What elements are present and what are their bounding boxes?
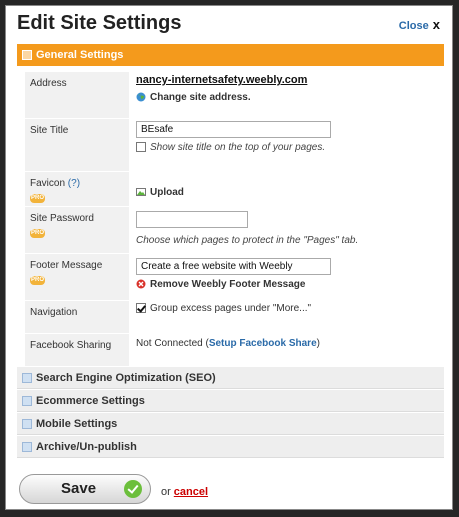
upload-favicon[interactable]: Upload (136, 187, 184, 198)
remove-footer-link[interactable]: Remove Weebly Footer Message (136, 279, 331, 290)
save-button-label[interactable]: Save (61, 480, 96, 497)
navigation-label: Navigation (25, 301, 129, 333)
site-password-value: Choose which pages to protect in the "Pa… (136, 211, 358, 246)
close-button[interactable]: Close x (399, 17, 440, 32)
site-password-label: Site Password PRO (25, 207, 129, 253)
site-password-input[interactable] (136, 211, 248, 228)
group-pages-checkbox[interactable] (136, 303, 146, 314)
dialog-title: Edit Site Settings (17, 12, 182, 34)
section-toggle-icon (22, 419, 32, 429)
show-title-checkbox[interactable] (136, 142, 146, 153)
setup-facebook-link[interactable]: Setup Facebook Share (209, 338, 317, 349)
section-ecommerce[interactable]: Ecommerce Settings (17, 390, 444, 412)
site-address-link[interactable]: nancy-internetsafety.weebly.com (136, 74, 307, 86)
globe-icon (136, 92, 146, 102)
edit-site-settings-dialog: Edit Site Settings Close x General Settin… (5, 5, 453, 510)
pro-badge-icon: PRO (30, 229, 45, 238)
site-password-hint: Choose which pages to protect in the "Pa… (136, 235, 359, 246)
favicon-label: Favicon (?) PRO (25, 172, 129, 206)
address-label: Address (25, 72, 129, 118)
section-toggle-icon (22, 442, 32, 452)
show-title-label[interactable]: Show site title on the top of your pages… (150, 142, 325, 153)
footer-message-input[interactable]: Create a free website with Weebly (136, 258, 331, 275)
general-settings-label: General Settings (36, 49, 124, 61)
section-seo[interactable]: Search Engine Optimization (SEO) (17, 367, 444, 389)
general-settings-header[interactable]: General Settings (17, 44, 444, 66)
section-toggle-icon (22, 396, 32, 406)
section-toggle-icon (22, 373, 32, 383)
navigation-value: Group excess pages under "More..." (136, 303, 311, 314)
save-button[interactable]: Save (19, 474, 151, 504)
facebook-sharing-label: Facebook Sharing (25, 334, 129, 366)
site-title-input[interactable]: BEsafe (136, 121, 331, 138)
facebook-status: Not Connected ( (136, 338, 209, 349)
or-cancel: or cancel (161, 486, 209, 498)
cancel-link[interactable]: cancel (174, 486, 208, 498)
address-value: nancy-internetsafety.weebly.com Change s… (136, 74, 307, 103)
change-address-link[interactable]: Change site address. (136, 92, 307, 103)
facebook-sharing-value: Not Connected (Setup Facebook Share) (136, 338, 320, 349)
close-icon[interactable]: x (433, 17, 440, 32)
section-archive[interactable]: Archive/Un-publish (17, 436, 444, 458)
dialog-titlebar: Edit Site Settings Close x (6, 6, 452, 44)
pro-badge-icon: PRO (30, 194, 45, 203)
remove-icon (136, 279, 146, 289)
site-title-value: BEsafe Show site title on the top of you… (136, 121, 331, 153)
section-toggle-icon (22, 50, 32, 60)
show-title-row: Show site title on the top of your pages… (136, 142, 331, 153)
footer-message-value: Create a free website with Weebly Remove… (136, 258, 331, 290)
close-label[interactable]: Close (399, 20, 429, 32)
image-upload-icon (136, 188, 146, 197)
checkmark-icon (124, 480, 142, 498)
favicon-help-link[interactable]: (?) (68, 178, 80, 189)
footer-message-label: Footer Message PRO (25, 254, 129, 300)
group-pages-label[interactable]: Group excess pages under "More..." (150, 303, 311, 314)
save-bar: Save or cancel (6, 470, 452, 511)
site-title-label: Site Title (25, 119, 129, 171)
pro-badge-icon: PRO (30, 276, 45, 285)
section-mobile[interactable]: Mobile Settings (17, 413, 444, 435)
